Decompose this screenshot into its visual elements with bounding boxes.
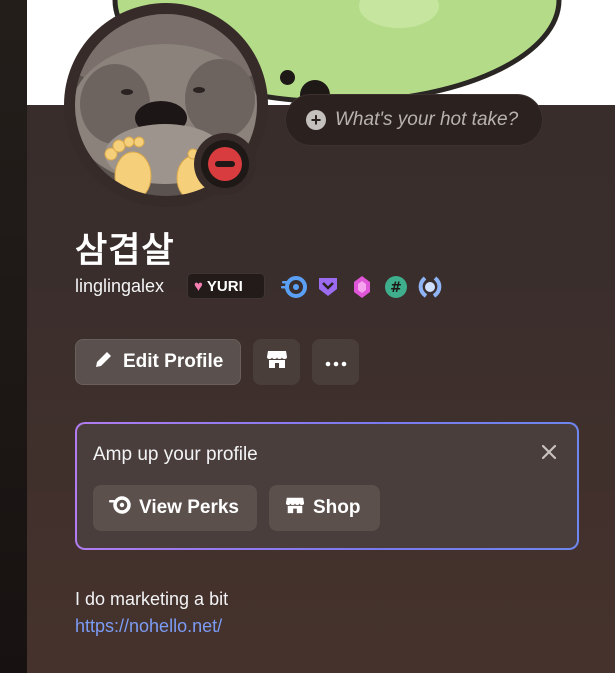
plus-icon: + — [306, 110, 326, 130]
bio-link[interactable]: https://nohello.net/ — [75, 616, 222, 637]
hot-take-button[interactable]: + What's your hot take? — [285, 94, 543, 146]
clan-tag[interactable]: ♥ YURI — [187, 273, 265, 299]
close-icon[interactable] — [539, 442, 559, 462]
nitro-icon — [109, 496, 131, 520]
amp-profile-card: Amp up your profile View Perks Shop — [75, 422, 579, 550]
shop-button[interactable] — [253, 339, 300, 385]
boost-gem-icon[interactable] — [349, 274, 375, 300]
edit-profile-button[interactable]: Edit Profile — [75, 339, 241, 385]
left-sidebar-edge — [0, 0, 27, 673]
hypesquad-badge-icon[interactable] — [315, 274, 341, 300]
nitro-badge-icon[interactable] — [281, 274, 307, 300]
promo-shop-button[interactable]: Shop — [269, 485, 380, 531]
amp-card-title: Amp up your profile — [93, 444, 258, 465]
view-perks-button[interactable]: View Perks — [93, 485, 257, 531]
do-not-disturb-status-icon — [201, 140, 249, 188]
shop-icon — [266, 348, 288, 376]
laurel-badge-icon[interactable] — [417, 274, 443, 300]
thought-bubble-dot-small — [280, 70, 295, 85]
edit-profile-label: Edit Profile — [123, 351, 224, 372]
display-name: 삼겹살 — [75, 231, 175, 271]
svg-text:#: # — [390, 280, 402, 296]
hot-take-placeholder: What's your hot take? — [335, 109, 519, 130]
username[interactable]: linglingalex — [75, 276, 164, 297]
view-perks-label: View Perks — [139, 497, 240, 518]
shop-icon — [285, 495, 305, 521]
clan-tag-label: YURI — [206, 277, 243, 295]
badge-list: # — [281, 274, 443, 300]
bio-text: I do marketing a bit — [75, 589, 229, 609]
more-options-button[interactable] — [312, 339, 359, 385]
pencil-icon — [94, 349, 114, 375]
hashtag-badge-icon[interactable]: # — [383, 274, 409, 300]
more-icon — [325, 351, 347, 373]
heart-icon: ♥ — [194, 277, 203, 295]
promo-shop-label: Shop — [313, 497, 361, 518]
